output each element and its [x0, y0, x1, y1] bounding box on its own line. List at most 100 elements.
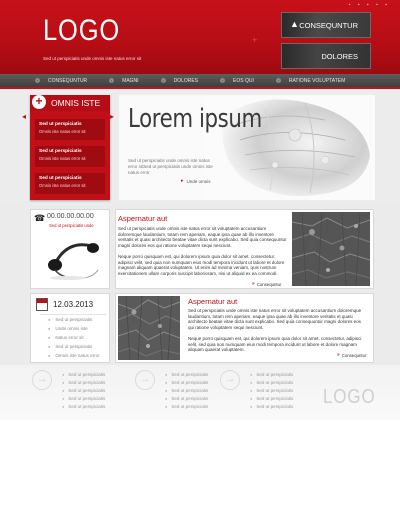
arrow-right-icon: › — [35, 78, 40, 83]
footer-link[interactable]: ● Sed ut perspiciatis — [250, 396, 293, 401]
event-item[interactable]: ● Sed ut perspiciatis — [48, 317, 92, 322]
footer-link[interactable]: ● Sed ut perspiciatis — [62, 388, 105, 393]
footer-link-label: Sed ut perspiciatis — [171, 380, 209, 385]
dolores-button[interactable]: DOLORES — [281, 43, 371, 69]
texture-image — [292, 212, 370, 286]
circle-arrow-icon: ● — [62, 372, 65, 377]
circle-arrow-icon: ● — [250, 404, 253, 409]
consequntur-button[interactable]: ▲ CONSEQUNTUR — [281, 12, 371, 38]
article-more-label: Consequntur — [256, 281, 282, 287]
arrow-right-icon: → — [135, 370, 155, 390]
event-item[interactable]: ● Sed ut perspiciatis — [48, 344, 92, 349]
footer-link[interactable]: ● Sed ut perspiciatis — [62, 380, 105, 385]
arrow-right-icon: › — [160, 78, 166, 83]
social-icons[interactable]: ▪ ▪ ▪ ▪ ▪ — [349, 2, 390, 8]
events-date: 12.03.2013 — [53, 300, 94, 309]
circle-arrow-icon: ● — [250, 380, 253, 385]
consequntur-button-label: CONSEQUNTUR — [299, 20, 358, 30]
omnis-item-title: Sed ut perspiciatis — [39, 122, 82, 127]
nav-item-magni[interactable]: › MAGNI — [109, 78, 139, 84]
footer-link-label: Sed ut perspiciatis — [68, 380, 106, 385]
event-item[interactable]: ● Unde omnis iste — [48, 326, 88, 331]
footer-link-label: Sed ut perspiciatis — [68, 404, 106, 409]
plus-decoration-icon: + — [252, 35, 258, 45]
event-item[interactable]: ● Omnis iste natus error — [48, 353, 100, 358]
nav-item-dolores[interactable]: › DOLORES — [160, 77, 199, 84]
hero-more-link[interactable]: ▸ Unde omnis — [181, 178, 211, 184]
omnis-item-sub: Omnis iste natus error sit — [39, 156, 86, 161]
article-title[interactable]: Aspernatur aut — [188, 297, 237, 306]
hero-title: Lorem ipsum — [128, 104, 262, 134]
double-arrow-icon: » — [252, 281, 255, 287]
footer-link[interactable]: ● Sed ut perspiciatis — [250, 404, 293, 409]
omnis-item[interactable]: Sed ut perspiciatis Omnis iste natus err… — [35, 173, 105, 194]
footer-link-label: Sed ut perspiciatis — [256, 372, 294, 377]
footer-link[interactable]: ● Sed ut perspiciatis — [250, 380, 293, 385]
arrow-right-icon[interactable]: ▸ — [110, 112, 114, 121]
nav-item-consequntur[interactable]: › CONSEQUNTUR — [35, 78, 87, 84]
event-label: Natus error sit — [55, 335, 84, 340]
footer-link[interactable]: ● Sed ut perspiciatis — [62, 372, 105, 377]
article-more-link[interactable]: » Consequntur — [252, 281, 281, 287]
texture-image — [118, 296, 180, 360]
footer-link[interactable]: ● Sed ut perspiciatis — [165, 380, 208, 385]
footer-link[interactable]: ● Sed ut perspiciatis — [62, 396, 105, 401]
main-nav: › CONSEQUNTUR › MAGNI › DOLORES › EOS QU… — [0, 74, 400, 87]
circle-arrow-icon: ● — [165, 404, 168, 409]
circle-arrow-icon: ● — [250, 372, 253, 377]
dolores-button-label: DOLORES — [321, 51, 358, 61]
plus-icon[interactable]: + — [32, 95, 46, 109]
event-item[interactable]: ● Natus error sit — [48, 335, 84, 340]
nav-item-eos-qui[interactable]: › EOS QUI — [220, 78, 254, 84]
nav-item-label: CONSEQUNTUR — [48, 77, 88, 84]
double-arrow-icon: » — [337, 352, 340, 358]
article-paragraph: Sed ut perspiciatis unde omnis iste natu… — [188, 308, 362, 330]
nav-item-ratione[interactable]: › RATIONE VOLUPTATEM — [275, 77, 346, 84]
footer-link-label: Sed ut perspiciatis — [171, 388, 209, 393]
footer-link-label: Sed ut perspiciatis — [256, 404, 294, 409]
circle-arrow-icon: ● — [250, 388, 253, 393]
article-more-link[interactable]: » Consequntur — [337, 352, 366, 358]
site-tagline: Sed ut perspiciatis unde omnis iste natu… — [43, 56, 142, 61]
article-more-label: Consequntur — [341, 352, 367, 358]
circle-arrow-icon: ● — [250, 396, 253, 401]
circle-arrow-icon: ● — [48, 344, 51, 349]
calendar-icon — [36, 298, 48, 311]
footer-link[interactable]: ● Sed ut perspiciatis — [165, 396, 208, 401]
arrow-left-icon[interactable]: ◂ — [22, 112, 26, 121]
headset-image — [38, 232, 108, 284]
footer-logo[interactable]: LOGO — [323, 386, 376, 409]
nav-item-label: DOLORES — [173, 77, 199, 84]
arrow-right-icon: ▸ — [181, 178, 184, 184]
event-label: Unde omnis iste — [55, 326, 88, 331]
article-title[interactable]: Aspernatur aut — [118, 214, 167, 223]
footer-link[interactable]: ● Sed ut perspiciatis — [62, 404, 105, 409]
omnis-item[interactable]: Sed ut perspiciatis Omnis iste natus err… — [35, 146, 105, 167]
omnis-item[interactable]: Sed ut perspiciatis Omnis iste natus err… — [35, 119, 105, 140]
footer-link[interactable]: ● Sed ut perspiciatis — [250, 388, 293, 393]
circle-arrow-icon: ● — [62, 404, 65, 409]
article-paragraph: Neque porro quisquam est, qui dolorem ip… — [118, 254, 285, 276]
circle-arrow-icon: ● — [165, 380, 168, 385]
circle-arrow-icon: ● — [62, 380, 65, 385]
circle-arrow-icon: ● — [165, 396, 168, 401]
omnis-item-title: Sed ut perspiciatis — [39, 176, 82, 181]
event-label: Omnis iste natus error — [55, 353, 100, 358]
circle-arrow-icon: ● — [165, 372, 168, 377]
circle-arrow-icon: ● — [62, 388, 65, 393]
footer-link[interactable]: ● Sed ut perspiciatis — [250, 372, 293, 377]
footer-link[interactable]: ● Sed ut perspiciatis — [165, 372, 208, 377]
footer-link-label: Sed ut perspiciatis — [171, 372, 209, 377]
footer-link[interactable]: ● Sed ut perspiciatis — [165, 404, 208, 409]
site-logo[interactable]: LOGO — [43, 14, 120, 48]
circle-arrow-icon: ● — [62, 396, 65, 401]
circle-arrow-icon: ● — [48, 326, 51, 331]
omnis-item-sub: Omnis iste natus error sit — [39, 129, 86, 134]
nav-item-label: RATIONE VOLUPTATEM — [288, 77, 346, 84]
arrow-right-icon: › — [220, 78, 226, 83]
footer-link[interactable]: ● Sed ut perspiciatis — [165, 388, 208, 393]
divider — [40, 314, 106, 315]
event-label: Sed ut perspiciatis — [55, 317, 93, 322]
article-paragraph: Sed ut perspiciatis unde omnis iste natu… — [118, 226, 287, 248]
event-label: Sed ut perspiciatis — [55, 344, 93, 349]
